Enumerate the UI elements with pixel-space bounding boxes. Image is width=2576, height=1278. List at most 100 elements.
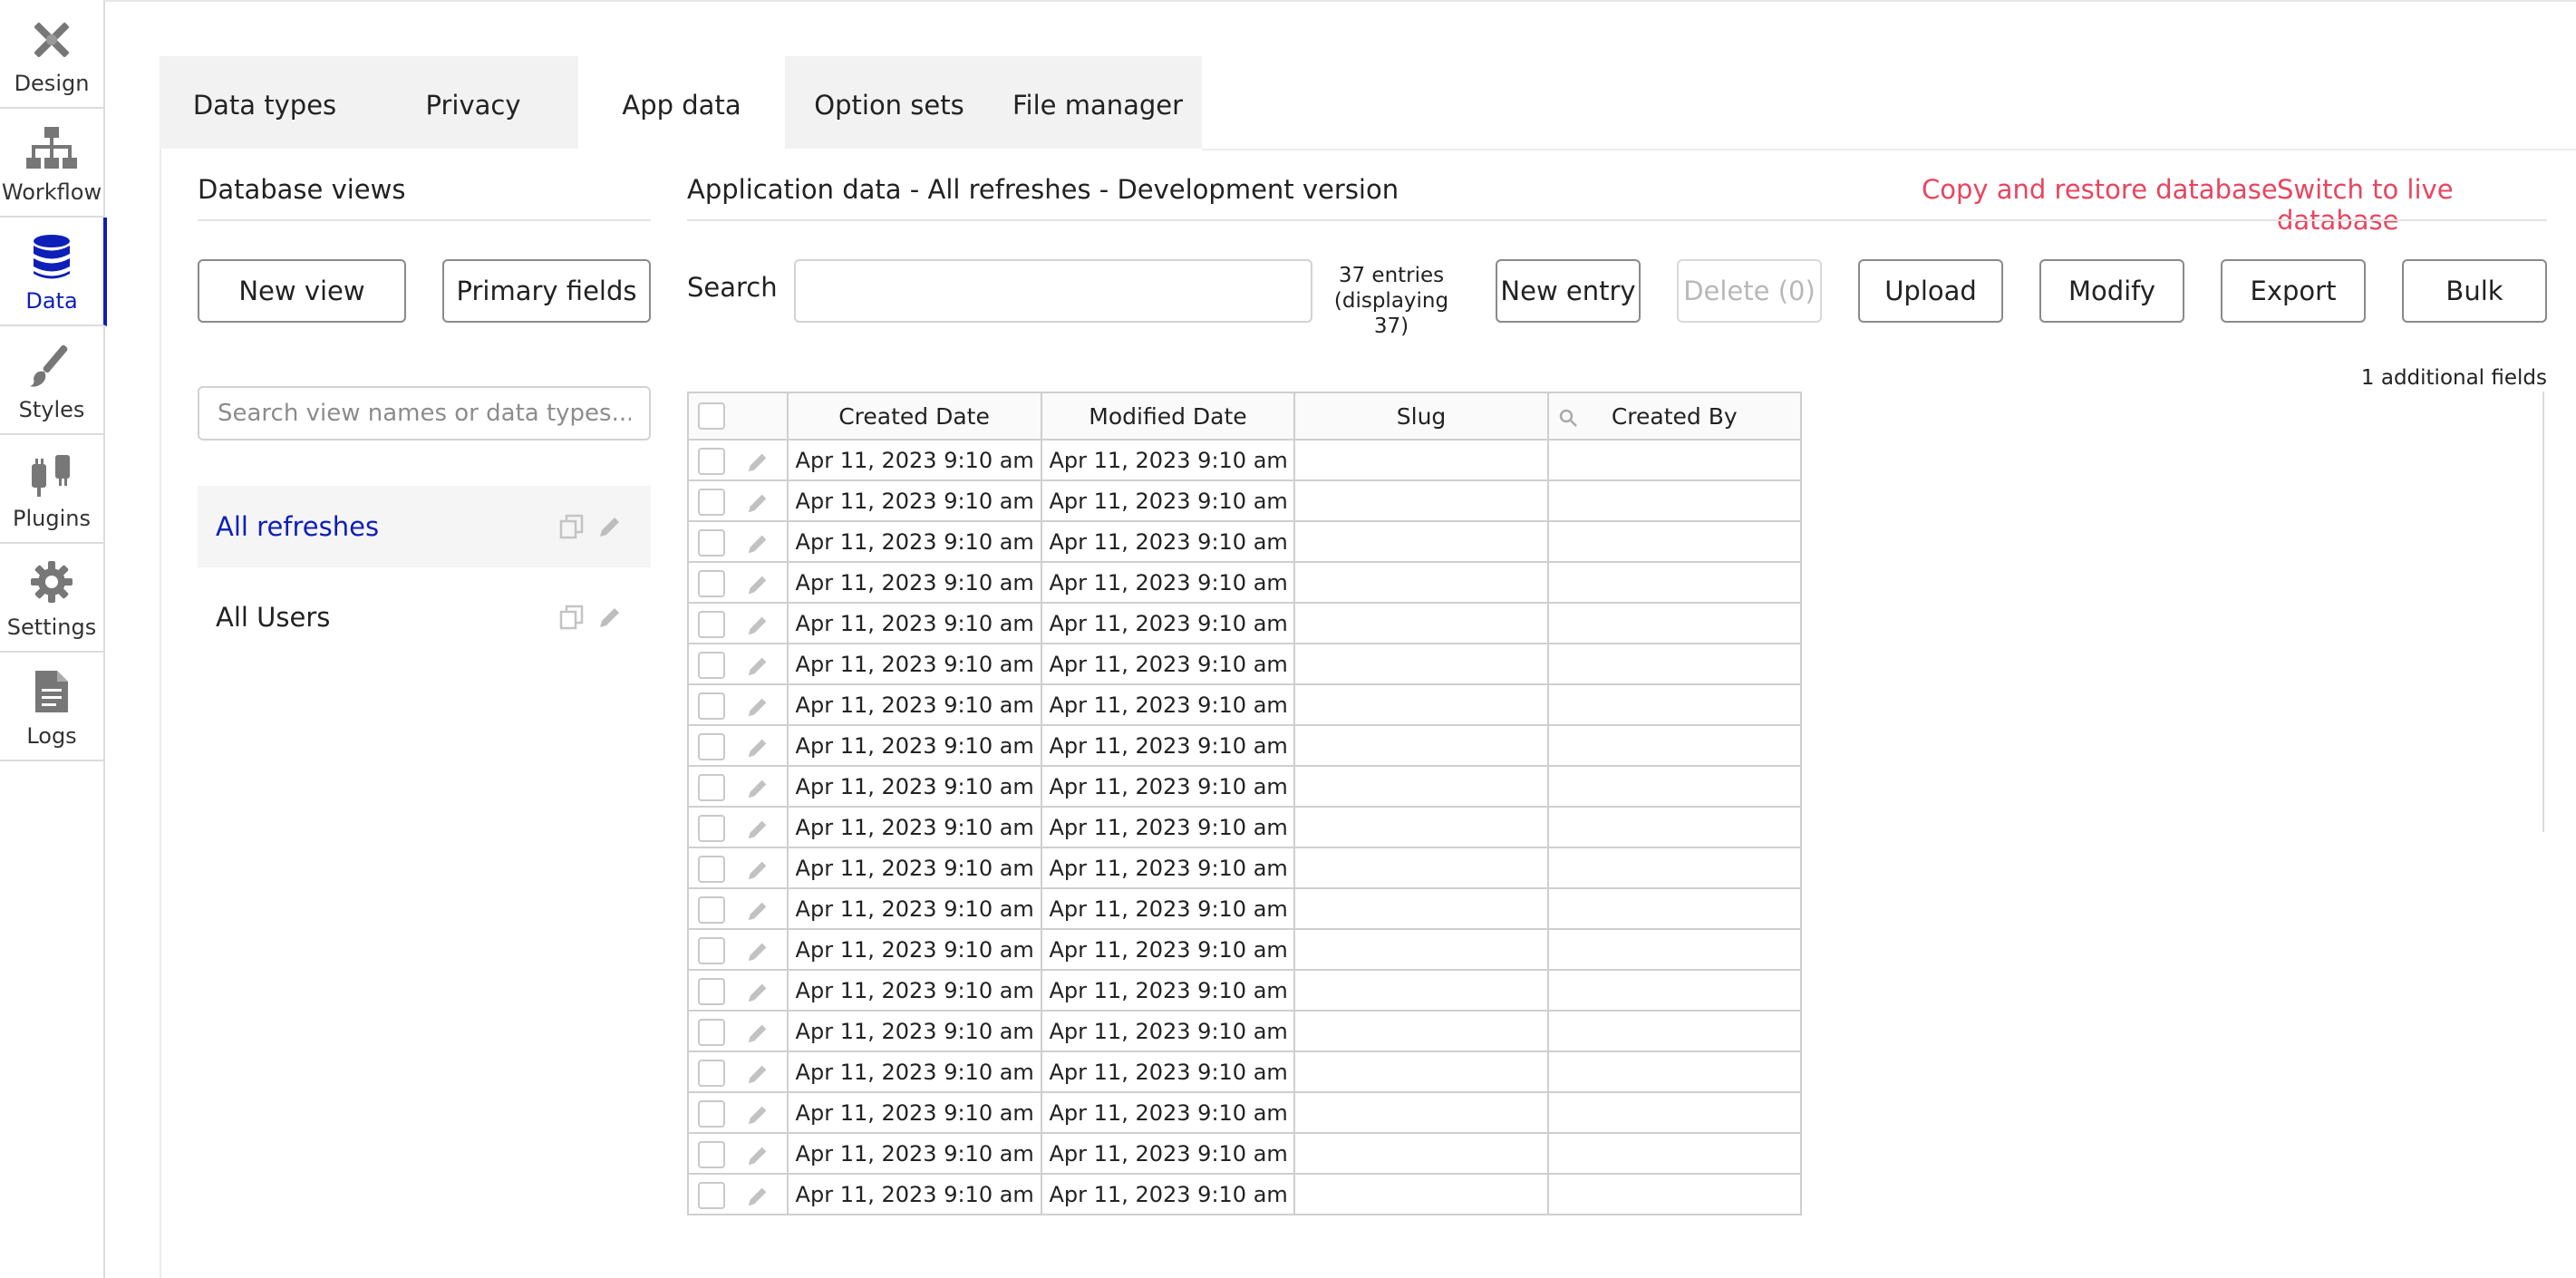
- edit-pencil-icon[interactable]: [745, 980, 770, 1005]
- cell-created-by[interactable]: [1546, 439, 1802, 481]
- cell-slug[interactable]: [1293, 1050, 1549, 1093]
- cell-created-by[interactable]: [1546, 1173, 1802, 1215]
- cell-slug[interactable]: [1293, 439, 1549, 481]
- cell-modified-date[interactable]: Apr 11, 2023 9:10 am: [1040, 1050, 1296, 1093]
- scrollbar[interactable]: [2542, 392, 2544, 832]
- cell-slug[interactable]: [1293, 806, 1549, 848]
- cell-created-by[interactable]: [1546, 847, 1802, 889]
- column-header-slug[interactable]: Slug: [1293, 392, 1549, 441]
- sidebar-item-design[interactable]: Design: [0, 0, 103, 109]
- row-checkbox[interactable]: [698, 733, 725, 760]
- cell-slug[interactable]: [1293, 847, 1549, 889]
- cell-created-by[interactable]: [1546, 520, 1802, 563]
- cell-created-by[interactable]: [1546, 724, 1802, 767]
- primary-fields-button[interactable]: Primary fields: [442, 259, 651, 323]
- cell-created-by[interactable]: [1546, 887, 1802, 930]
- table-row[interactable]: Apr 11, 2023 9:10 am Apr 11, 2023 9:10 am: [687, 765, 1802, 808]
- table-row[interactable]: Apr 11, 2023 9:10 am Apr 11, 2023 9:10 am: [687, 683, 1802, 726]
- cell-modified-date[interactable]: Apr 11, 2023 9:10 am: [1040, 479, 1296, 522]
- edit-pencil-icon[interactable]: [745, 654, 770, 679]
- table-row[interactable]: Apr 11, 2023 9:10 am Apr 11, 2023 9:10 am: [687, 928, 1802, 971]
- table-row[interactable]: Apr 11, 2023 9:10 am Apr 11, 2023 9:10 am: [687, 1091, 1802, 1134]
- cell-slug[interactable]: [1293, 643, 1549, 685]
- cell-modified-date[interactable]: Apr 11, 2023 9:10 am: [1040, 520, 1296, 563]
- cell-created-by[interactable]: [1546, 643, 1802, 685]
- tab-privacy[interactable]: Privacy: [370, 56, 576, 149]
- cell-slug[interactable]: [1293, 765, 1549, 808]
- edit-pencil-icon[interactable]: [745, 613, 770, 638]
- table-row[interactable]: Apr 11, 2023 9:10 am Apr 11, 2023 9:10 am: [687, 1050, 1802, 1093]
- cell-created-date[interactable]: Apr 11, 2023 9:10 am: [786, 561, 1042, 604]
- cell-created-date[interactable]: Apr 11, 2023 9:10 am: [786, 928, 1042, 971]
- edit-pencil-icon[interactable]: [745, 776, 770, 801]
- data-search-input[interactable]: [794, 259, 1312, 323]
- cell-modified-date[interactable]: Apr 11, 2023 9:10 am: [1040, 602, 1296, 644]
- cell-created-date[interactable]: Apr 11, 2023 9:10 am: [786, 643, 1042, 685]
- cell-created-by[interactable]: [1546, 928, 1802, 971]
- new-view-button[interactable]: New view: [198, 259, 406, 323]
- cell-modified-date[interactable]: Apr 11, 2023 9:10 am: [1040, 683, 1296, 726]
- cell-created-date[interactable]: Apr 11, 2023 9:10 am: [786, 1050, 1042, 1093]
- table-row[interactable]: Apr 11, 2023 9:10 am Apr 11, 2023 9:10 am: [687, 561, 1802, 604]
- column-header-created-date[interactable]: Created Date: [786, 392, 1042, 441]
- cell-slug[interactable]: [1293, 887, 1549, 930]
- row-checkbox[interactable]: [698, 448, 725, 475]
- row-checkbox[interactable]: [698, 1182, 725, 1209]
- column-header-modified-date[interactable]: Modified Date: [1040, 392, 1296, 441]
- cell-slug[interactable]: [1293, 683, 1549, 726]
- switch-live-database-link[interactable]: Switch to live database: [2277, 174, 2576, 236]
- table-row[interactable]: Apr 11, 2023 9:10 am Apr 11, 2023 9:10 am: [687, 724, 1802, 767]
- cell-created-date[interactable]: Apr 11, 2023 9:10 am: [786, 602, 1042, 644]
- cell-modified-date[interactable]: Apr 11, 2023 9:10 am: [1040, 1132, 1296, 1175]
- cell-slug[interactable]: [1293, 928, 1549, 971]
- row-checkbox[interactable]: [698, 489, 725, 516]
- sidebar-item-data[interactable]: Data: [0, 218, 107, 326]
- sidebar-item-plugins[interactable]: Plugins: [0, 435, 103, 544]
- cell-created-date[interactable]: Apr 11, 2023 9:10 am: [786, 887, 1042, 930]
- column-header-created-by[interactable]: Created By: [1546, 392, 1802, 441]
- cell-modified-date[interactable]: Apr 11, 2023 9:10 am: [1040, 928, 1296, 971]
- cell-created-by[interactable]: [1546, 765, 1802, 808]
- cell-created-by[interactable]: [1546, 1132, 1802, 1175]
- copy-icon[interactable]: [558, 513, 586, 540]
- cell-slug[interactable]: [1293, 520, 1549, 563]
- cell-slug[interactable]: [1293, 969, 1549, 1012]
- cell-modified-date[interactable]: Apr 11, 2023 9:10 am: [1040, 643, 1296, 685]
- cell-modified-date[interactable]: Apr 11, 2023 9:10 am: [1040, 806, 1296, 848]
- row-checkbox[interactable]: [698, 896, 725, 924]
- table-row[interactable]: Apr 11, 2023 9:10 am Apr 11, 2023 9:10 am: [687, 1132, 1802, 1175]
- cell-modified-date[interactable]: Apr 11, 2023 9:10 am: [1040, 439, 1296, 481]
- edit-pencil-icon[interactable]: [745, 817, 770, 842]
- table-row[interactable]: Apr 11, 2023 9:10 am Apr 11, 2023 9:10 am: [687, 479, 1802, 522]
- cell-created-by[interactable]: [1546, 806, 1802, 848]
- cell-created-date[interactable]: Apr 11, 2023 9:10 am: [786, 847, 1042, 889]
- row-checkbox[interactable]: [698, 570, 725, 597]
- cell-created-date[interactable]: Apr 11, 2023 9:10 am: [786, 439, 1042, 481]
- row-checkbox[interactable]: [698, 937, 725, 964]
- table-row[interactable]: Apr 11, 2023 9:10 am Apr 11, 2023 9:10 am: [687, 439, 1802, 481]
- view-search-input[interactable]: [198, 386, 651, 441]
- edit-pencil-icon[interactable]: [745, 1184, 770, 1209]
- edit-pencil-icon[interactable]: [745, 490, 770, 516]
- upload-button[interactable]: Upload: [1858, 259, 2003, 323]
- row-checkbox[interactable]: [698, 1060, 725, 1087]
- row-checkbox[interactable]: [698, 611, 725, 638]
- cell-created-date[interactable]: Apr 11, 2023 9:10 am: [786, 765, 1042, 808]
- tab-app-data[interactable]: App data: [578, 56, 785, 149]
- cell-created-date[interactable]: Apr 11, 2023 9:10 am: [786, 969, 1042, 1012]
- copy-icon[interactable]: [558, 604, 586, 631]
- cell-created-by[interactable]: [1546, 683, 1802, 726]
- modify-button[interactable]: Modify: [2039, 259, 2184, 323]
- cell-created-date[interactable]: Apr 11, 2023 9:10 am: [786, 520, 1042, 563]
- edit-pencil-icon[interactable]: [745, 572, 770, 597]
- cell-created-by[interactable]: [1546, 602, 1802, 644]
- table-row[interactable]: Apr 11, 2023 9:10 am Apr 11, 2023 9:10 am: [687, 887, 1802, 930]
- copy-restore-database-link[interactable]: Copy and restore database: [1922, 174, 2278, 205]
- edit-pencil-icon[interactable]: [596, 604, 624, 631]
- cell-created-date[interactable]: Apr 11, 2023 9:10 am: [786, 1091, 1042, 1134]
- row-checkbox[interactable]: [698, 978, 725, 1005]
- cell-modified-date[interactable]: Apr 11, 2023 9:10 am: [1040, 561, 1296, 604]
- tab-file-manager[interactable]: File manager: [993, 56, 1202, 149]
- row-checkbox[interactable]: [698, 652, 725, 679]
- cell-modified-date[interactable]: Apr 11, 2023 9:10 am: [1040, 1010, 1296, 1052]
